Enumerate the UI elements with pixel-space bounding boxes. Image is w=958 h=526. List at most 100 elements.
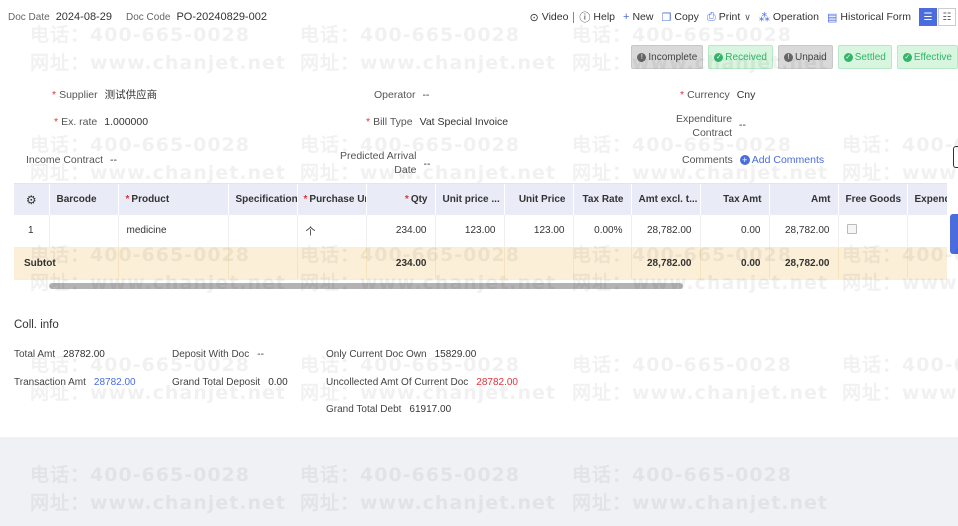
expenditure-contract-label-2: Contract <box>692 127 733 139</box>
cell-tax-rate[interactable]: 0.00% <box>573 215 632 248</box>
cell-unit-price-tax[interactable]: 123.00 <box>435 215 505 248</box>
video-label: Video <box>541 11 569 23</box>
uncollected-amt-value[interactable]: 28782.00 <box>476 377 518 388</box>
total-amt-value: 28782.00 <box>63 349 105 360</box>
watermark-phone: 电话：400-665-0028 <box>300 464 520 486</box>
help-button[interactable]: ⓘ Help <box>579 9 615 25</box>
copy-icon: ❐ <box>661 11 672 24</box>
col-tax-amt[interactable]: Tax Amt <box>700 184 770 215</box>
transaction-amt-label: Transaction Amt <box>14 377 86 388</box>
operator-label: Operator <box>374 89 416 101</box>
bill-type-field[interactable]: * Bill Type Vat Special Invoice <box>366 115 508 129</box>
document-card: ! Incomplete ✓ Received ! Unpaid ✓ Settl… <box>0 38 958 437</box>
only-current-doc-own-field: Only Current Doc Own 15829.00 <box>326 349 476 360</box>
total-amt-label: Total Amt <box>14 349 56 360</box>
doc-code-value: PO-20240829-002 <box>176 11 267 23</box>
status-settled: ✓ Settled <box>837 45 892 69</box>
operation-label: Operation <box>772 11 819 23</box>
video-button[interactable]: ⊙ Video <box>530 11 569 24</box>
status-label: Received <box>725 51 767 63</box>
chevron-down-icon: ∨ <box>744 11 751 22</box>
supplier-field[interactable]: * Supplier 测试供应商 <box>52 88 157 102</box>
col-product[interactable]: * Product <box>118 184 229 215</box>
grand-total-debt-value: 61917.00 <box>409 404 452 415</box>
bill-type-label: * Bill Type <box>366 116 413 128</box>
subtotal-empty <box>504 247 574 280</box>
add-comments-button[interactable]: + Add Comments <box>739 153 824 167</box>
gear-icon: ⚙ <box>25 192 37 207</box>
col-free-goods[interactable]: Free Goods <box>838 184 908 215</box>
print-button[interactable]: ⎙ Print ∨ <box>707 11 751 24</box>
cell-amt-excl[interactable]: 28,782.00 <box>631 215 701 248</box>
col-qty[interactable]: * Qty <box>366 184 436 215</box>
cell-expenditure[interactable] <box>907 215 947 248</box>
col-barcode[interactable]: Barcode <box>49 184 119 215</box>
detail-list-icon: ☷ <box>942 11 952 23</box>
cell-amt[interactable]: 28,782.00 <box>769 215 839 248</box>
cell-unit[interactable]: 个 <box>297 215 367 248</box>
grand-total-debt-label: Grand Total Debt <box>326 404 402 415</box>
list-view-button[interactable]: ☰ <box>919 8 937 26</box>
detail-view-button[interactable]: ☷ <box>938 8 956 26</box>
col-amt-excl[interactable]: Amt excl. t... <box>631 184 701 215</box>
col-tax-rate[interactable]: Tax Rate <box>573 184 632 215</box>
toolbar: ⊙ Video ⓘ Help + New ❐ Copy ⎙ Print ∨ ⁂ … <box>530 6 956 28</box>
transaction-amt-link[interactable]: 28782.00 <box>94 377 136 388</box>
status-dot-icon: ! <box>783 52 793 62</box>
income-contract-field[interactable]: Income Contract -- <box>26 153 117 167</box>
watermark-phone: 电话：400-665-0028 <box>572 464 792 486</box>
expenditure-contract-label: Expenditure Contract <box>676 112 732 140</box>
horizontal-scrollbar[interactable] <box>49 283 683 289</box>
operation-button[interactable]: ⁂ Operation <box>759 11 819 24</box>
cell-tax-amt[interactable]: 0.00 <box>700 215 770 248</box>
cell-free-goods[interactable] <box>838 215 908 248</box>
ex-rate-field[interactable]: * Ex. rate 1.000000 <box>54 115 148 129</box>
operator-field[interactable]: Operator -- <box>374 88 429 102</box>
watermark-site: 网址：www.chanjet.net <box>572 492 828 514</box>
table-row[interactable]: 1 medicine 个 234.00 123.00 123.00 0.00% … <box>14 215 947 248</box>
ex-rate-label-text: Ex. rate <box>61 116 98 128</box>
cell-unit-price[interactable]: 123.00 <box>504 215 574 248</box>
new-button[interactable]: + New <box>623 11 653 23</box>
cell-barcode[interactable] <box>49 215 119 248</box>
uncollected-amt-field: Uncollected Amt Of Current Doc 28782.00 <box>326 377 518 388</box>
supplier-label-text: Supplier <box>59 89 98 101</box>
column-settings-button[interactable]: ⚙ <box>14 184 50 215</box>
free-goods-checkbox[interactable] <box>846 224 857 235</box>
status-received: ✓ Received <box>708 45 773 69</box>
col-amt[interactable]: Amt <box>769 184 839 215</box>
operator-value: -- <box>422 89 430 101</box>
transaction-amt-field: Transaction Amt 28782.00 <box>14 377 136 388</box>
col-unit-price[interactable]: Unit Price <box>504 184 574 215</box>
subtotal-empty <box>435 247 505 280</box>
subtotal-empty <box>573 247 632 280</box>
predicted-arrival-field[interactable]: Predicted Arrival Date -- <box>340 149 430 177</box>
supplier-value: 测试供应商 <box>104 89 158 101</box>
subtotal-empty <box>228 247 298 280</box>
plus-circle-icon: + <box>739 155 750 165</box>
side-panel-handle[interactable] <box>953 146 958 168</box>
subtotal-qty: 234.00 <box>366 247 436 280</box>
col-expenditure[interactable]: Expendi <box>907 184 947 215</box>
status-incomplete: ! Incomplete <box>631 45 704 69</box>
doc-date-label: Doc Date <box>8 12 50 23</box>
side-panel-tab[interactable] <box>950 214 958 254</box>
col-purchase-unit[interactable]: *Purchase Unit <box>297 184 367 215</box>
status-label: Unpaid <box>794 51 827 63</box>
grand-total-debt-field: Grand Total Debt 61917.00 <box>326 404 451 415</box>
col-unit-price-tax[interactable]: Unit price ... <box>435 184 505 215</box>
subtotal-empty <box>118 247 229 280</box>
historical-form-button[interactable]: ▤ Historical Form <box>827 11 911 24</box>
col-specification[interactable]: Specification ... <box>228 184 298 215</box>
income-contract-value: -- <box>110 154 118 166</box>
currency-field[interactable]: * Currency Cny <box>680 88 755 102</box>
subtotal-amt: 28,782.00 <box>769 247 839 280</box>
cell-qty[interactable]: 234.00 <box>366 215 436 248</box>
subtotal-empty <box>907 247 947 280</box>
copy-button[interactable]: ❐ Copy <box>661 11 698 24</box>
required-star: * <box>125 194 130 205</box>
cell-spec[interactable] <box>228 215 298 248</box>
cell-product[interactable]: medicine <box>118 215 229 248</box>
expenditure-contract-field[interactable]: Expenditure Contract -- <box>676 112 746 140</box>
check-circle-icon: ✓ <box>843 52 853 62</box>
